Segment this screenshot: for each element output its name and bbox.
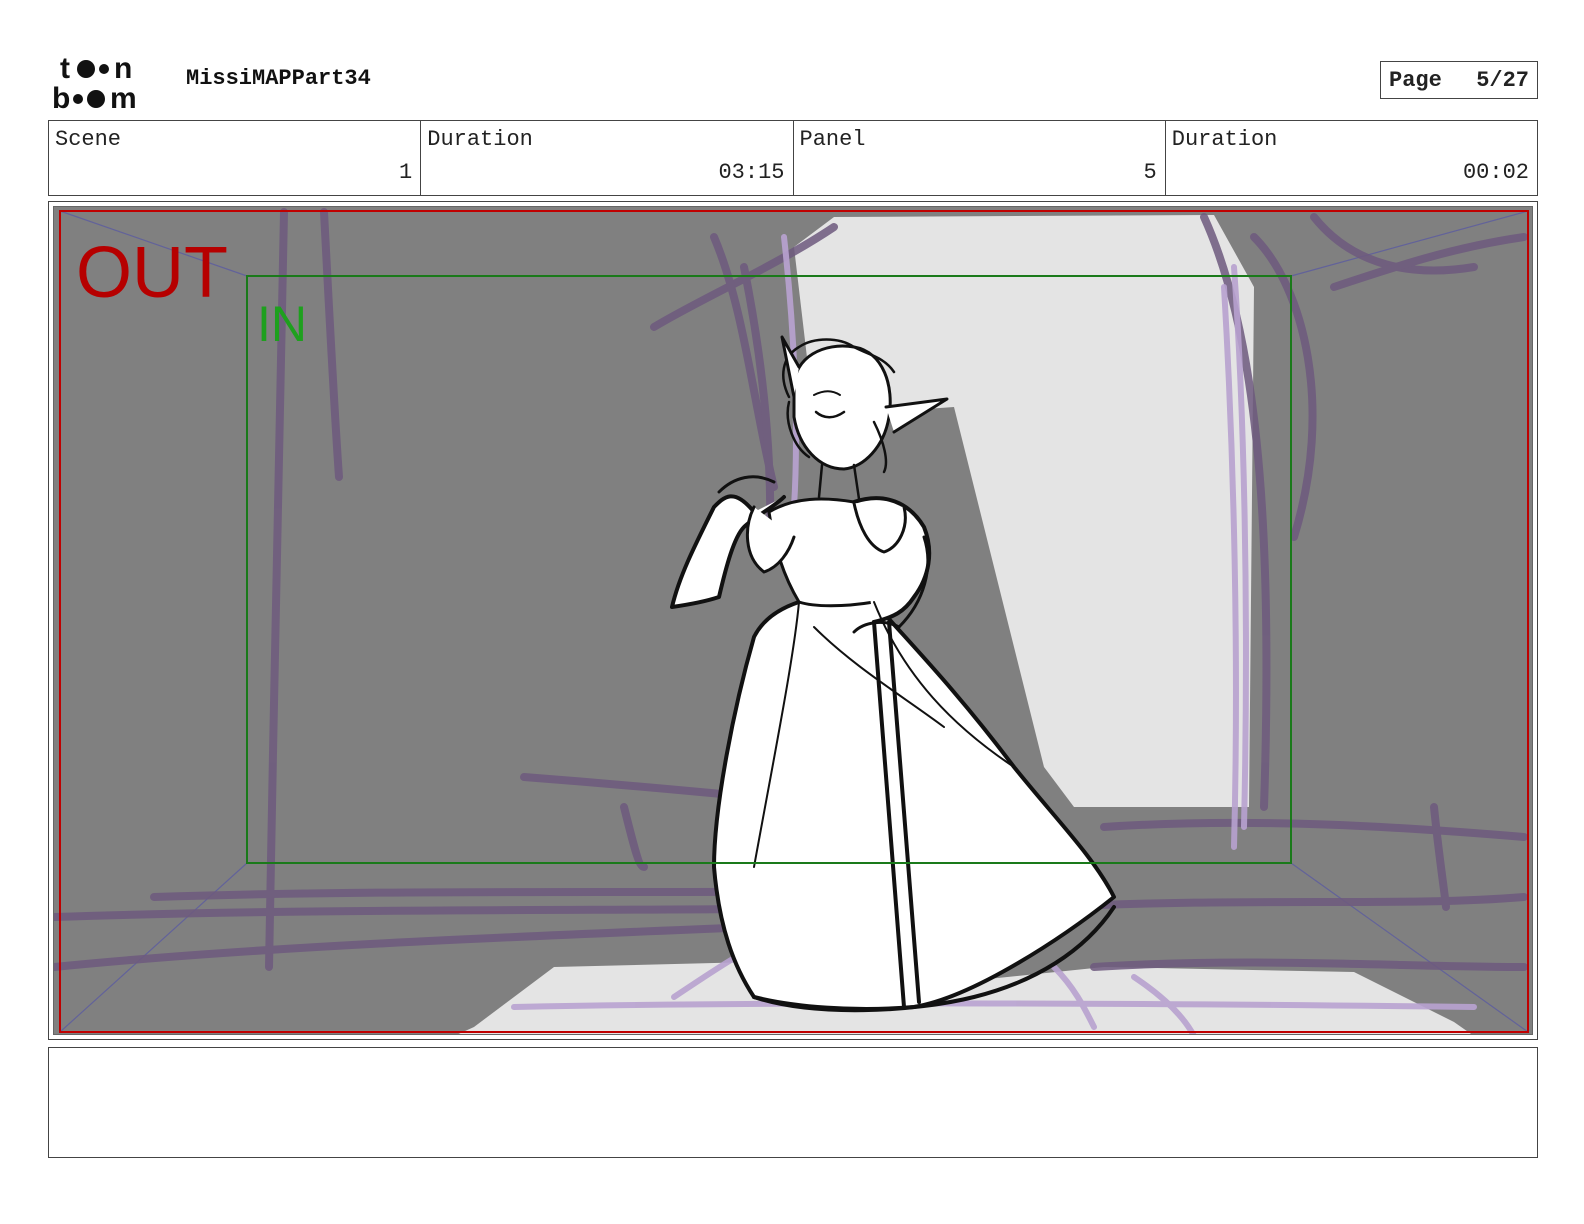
panel-cell: Panel 5 (794, 121, 1166, 195)
panel-duration-label: Duration (1171, 127, 1278, 152)
panel-value: 5 (1143, 160, 1157, 185)
svg-text:m: m (110, 82, 137, 112)
panel-duration-cell: Duration 00:02 (1166, 121, 1537, 195)
scene-duration-cell: Duration 03:15 (421, 121, 794, 195)
page-indicator: Page 5/27 (1380, 61, 1538, 99)
scene-duration-label: Duration (427, 127, 533, 152)
svg-text:t: t (60, 52, 70, 85)
scene-value: 1 (399, 160, 413, 185)
panel-notes-box (48, 1047, 1538, 1158)
panel-label: Panel (799, 127, 866, 152)
head (792, 344, 892, 471)
panel-frame: OUT IN (48, 201, 1538, 1040)
in-frame-label: IN (257, 296, 307, 352)
project-title: MissiMAPPart34 (186, 66, 371, 91)
scene-cell: Scene 1 (49, 121, 422, 195)
scene-info-row: Scene 1 Duration 03:15 Panel 5 Duration … (48, 120, 1538, 196)
svg-text:b: b (52, 82, 70, 112)
panel-duration-value: 00:02 (1462, 160, 1529, 185)
svg-text:n: n (114, 52, 132, 85)
panel-image: OUT IN (53, 206, 1533, 1035)
scene-label: Scene (55, 127, 122, 152)
scene-duration-value: 03:15 (718, 160, 785, 185)
page-label: Page (1389, 67, 1442, 93)
out-frame-label: OUT (76, 233, 228, 313)
page-value: 5/27 (1476, 67, 1529, 93)
toon-boom-logo: t n b m (52, 52, 137, 112)
